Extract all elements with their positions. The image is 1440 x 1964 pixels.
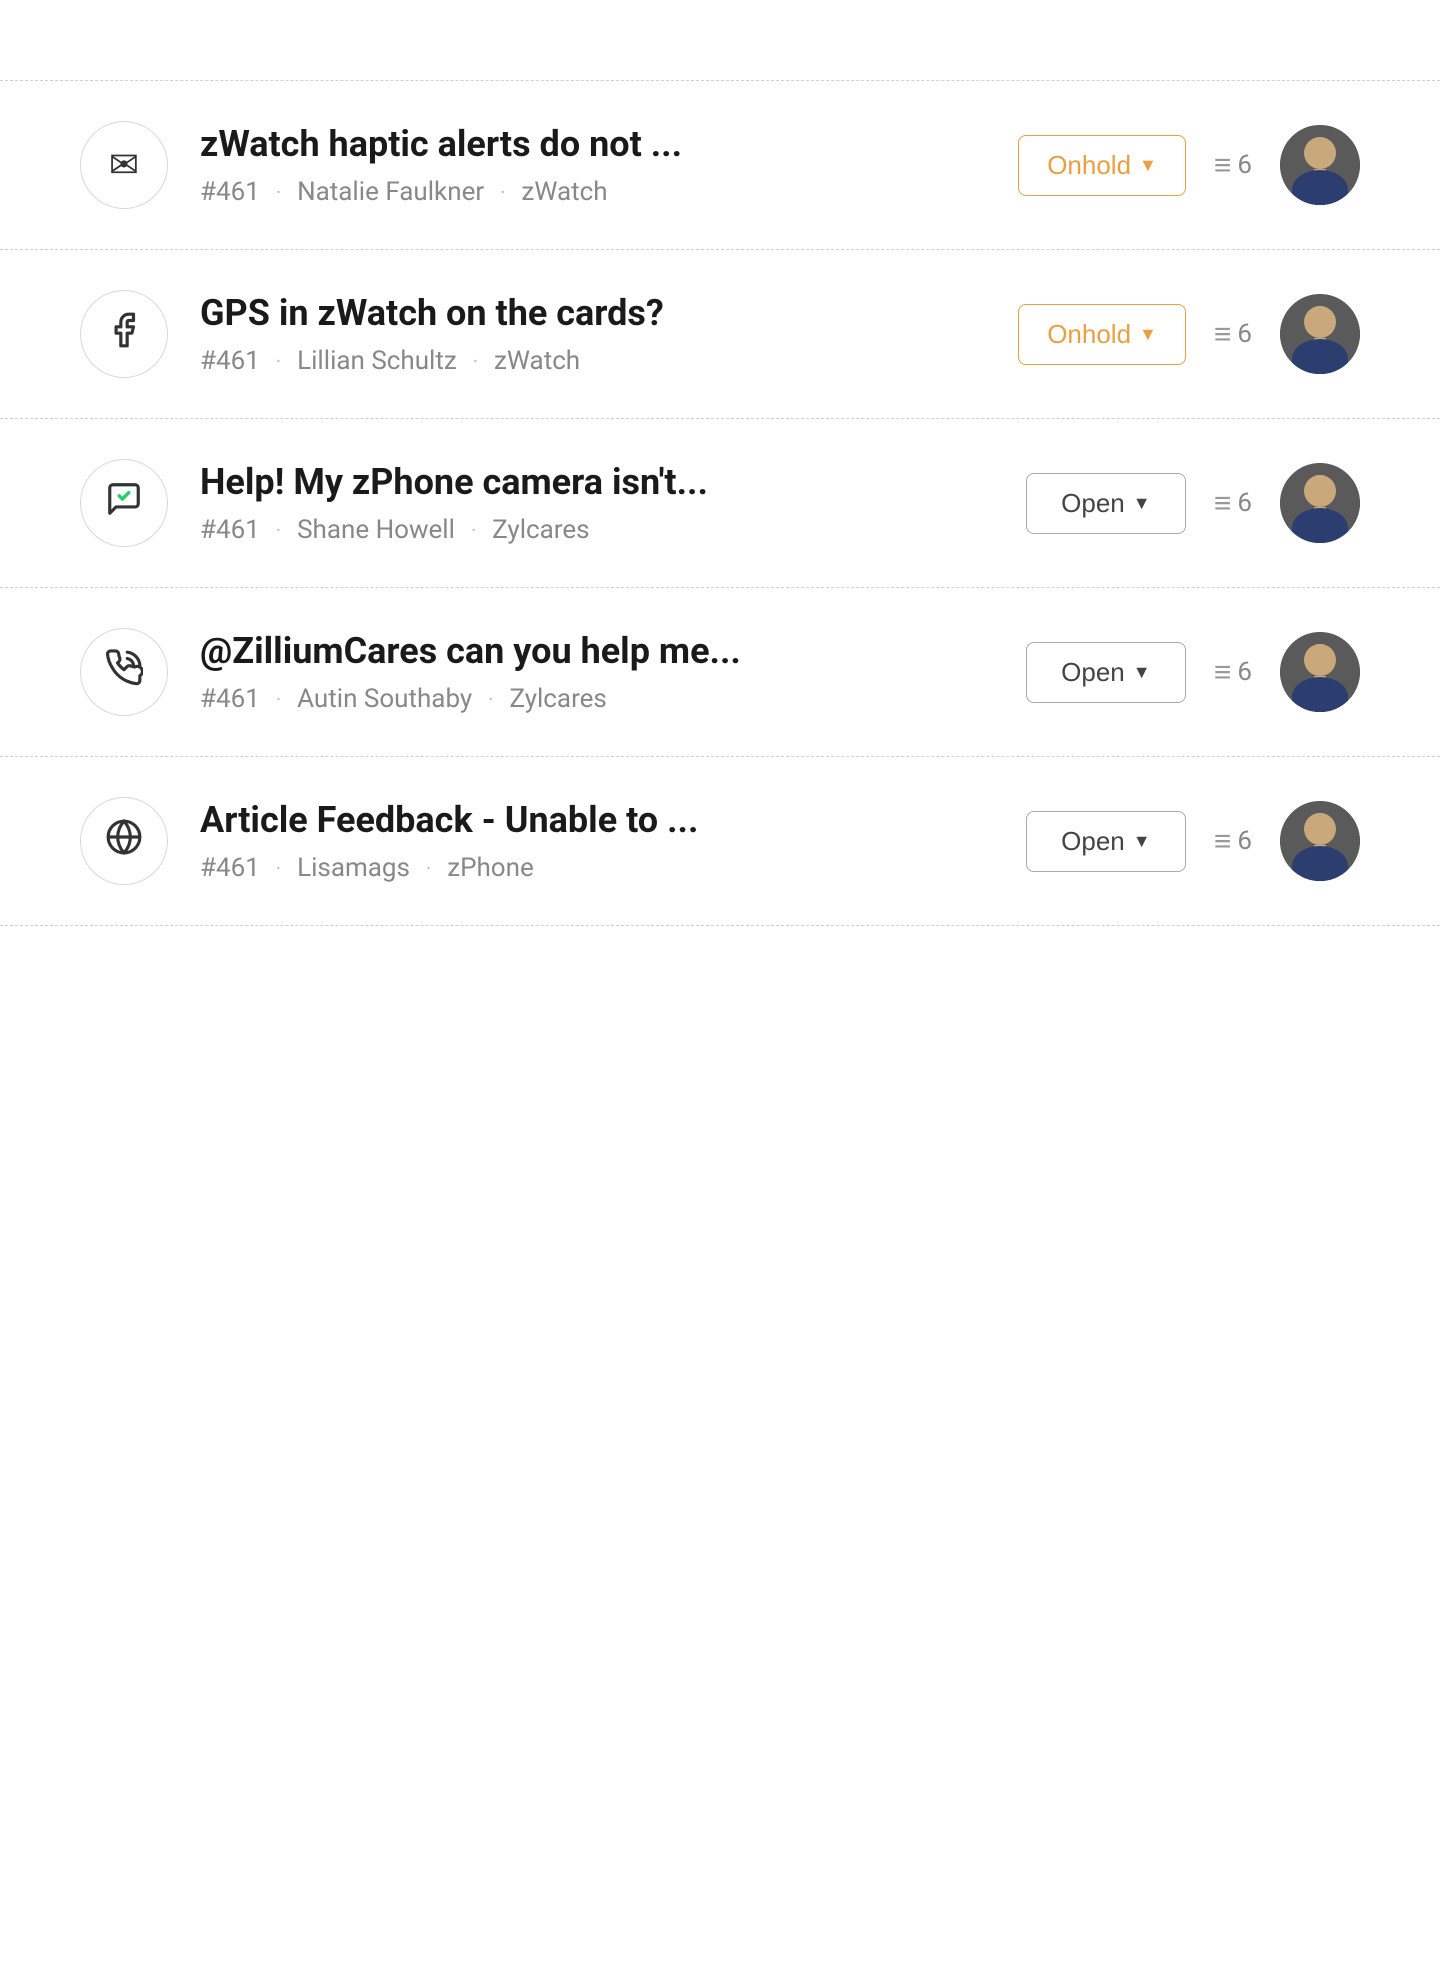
conversation-count: ≡ 6 (1214, 486, 1252, 521)
channel-icon-wrapper: ✉ (80, 121, 168, 209)
ticket-actions: Open ▼ ≡ 6 (1026, 632, 1360, 712)
ticket-contact: Lisamags (297, 853, 410, 883)
ticket-contact: Natalie Faulkner (297, 177, 484, 207)
ticket-item-3[interactable]: Help! My zPhone camera isn't... #461 · S… (0, 419, 1440, 588)
status-badge[interactable]: Onhold ▼ (1018, 304, 1186, 365)
ticket-meta: #461 · Lillian Schultz · zWatch (200, 346, 986, 376)
dropdown-arrow-icon: ▼ (1133, 493, 1151, 514)
ticket-title: GPS in zWatch on the cards? (200, 292, 986, 334)
conversation-count: ≡ 6 (1214, 148, 1252, 183)
ticket-actions: Open ▼ ≡ 6 (1026, 463, 1360, 543)
avatar (1280, 632, 1360, 712)
ticket-number: #461 (200, 177, 260, 207)
ticket-actions: Open ▼ ≡ 6 (1026, 801, 1360, 881)
conversation-icon: ≡ (1214, 655, 1232, 690)
web-icon (105, 818, 143, 865)
ticket-brand: zPhone (447, 853, 534, 883)
avatar (1280, 125, 1360, 205)
ticket-list: ✉ zWatch haptic alerts do not ... #461 ·… (0, 0, 1440, 1006)
ticket-title: Article Feedback - Unable to ... (200, 799, 994, 841)
status-badge[interactable]: Open ▼ (1026, 642, 1186, 703)
status-badge[interactable]: Open ▼ (1026, 473, 1186, 534)
ticket-title: @ZilliumCares can you help me... (200, 630, 994, 672)
meta-dot-1: · (276, 856, 281, 880)
channel-icon-wrapper (80, 797, 168, 885)
ticket-item-2[interactable]: GPS in zWatch on the cards? #461 · Lilli… (0, 250, 1440, 419)
conversation-number: 6 (1237, 826, 1252, 856)
dropdown-arrow-icon: ▼ (1133, 662, 1151, 683)
conversation-number: 6 (1237, 657, 1252, 687)
meta-dot-2: · (500, 180, 505, 204)
meta-dot-2: · (471, 518, 476, 542)
avatar (1280, 294, 1360, 374)
ticket-content: GPS in zWatch on the cards? #461 · Lilli… (200, 292, 986, 376)
email-icon: ✉ (109, 144, 139, 186)
ticket-brand: Zylcares (492, 515, 589, 545)
ticket-actions: Onhold ▼ ≡ 6 (1018, 125, 1360, 205)
meta-dot-2: · (488, 687, 493, 711)
ticket-content: @ZilliumCares can you help me... #461 · … (200, 630, 994, 714)
conversation-icon: ≡ (1214, 824, 1232, 859)
avatar (1280, 463, 1360, 543)
conversation-number: 6 (1237, 319, 1252, 349)
meta-dot-1: · (276, 518, 281, 542)
ticket-meta: #461 · Shane Howell · Zylcares (200, 515, 994, 545)
chat-icon (105, 480, 143, 527)
conversation-number: 6 (1237, 150, 1252, 180)
dropdown-arrow-icon: ▼ (1139, 324, 1157, 345)
status-label: Open (1061, 488, 1125, 519)
status-label: Open (1061, 826, 1125, 857)
ticket-number: #461 (200, 853, 260, 883)
ticket-content: zWatch haptic alerts do not ... #461 · N… (200, 123, 986, 207)
ticket-contact: Lillian Schultz (297, 346, 457, 376)
status-label: Open (1061, 657, 1125, 688)
dropdown-arrow-icon: ▼ (1133, 831, 1151, 852)
ticket-item-4[interactable]: @ZilliumCares can you help me... #461 · … (0, 588, 1440, 757)
conversation-count: ≡ 6 (1214, 317, 1252, 352)
status-badge[interactable]: Onhold ▼ (1018, 135, 1186, 196)
ticket-actions: Onhold ▼ ≡ 6 (1018, 294, 1360, 374)
ticket-title: zWatch haptic alerts do not ... (200, 123, 986, 165)
ticket-content: Help! My zPhone camera isn't... #461 · S… (200, 461, 994, 545)
ticket-meta: #461 · Natalie Faulkner · zWatch (200, 177, 986, 207)
ticket-brand: Zylcares (509, 684, 606, 714)
dropdown-arrow-icon: ▼ (1139, 155, 1157, 176)
meta-dot-1: · (276, 180, 281, 204)
phone-icon (105, 649, 143, 696)
meta-dot-2: · (426, 856, 431, 880)
conversation-icon: ≡ (1214, 317, 1232, 352)
ticket-number: #461 (200, 346, 260, 376)
facebook-icon (105, 311, 143, 358)
meta-dot-1: · (276, 349, 281, 373)
status-label: Onhold (1047, 319, 1131, 350)
ticket-brand: zWatch (494, 346, 580, 376)
ticket-meta: #461 · Lisamags · zPhone (200, 853, 994, 883)
meta-dot-1: · (276, 687, 281, 711)
status-label: Onhold (1047, 150, 1131, 181)
conversation-count: ≡ 6 (1214, 655, 1252, 690)
ticket-title: Help! My zPhone camera isn't... (200, 461, 994, 503)
ticket-contact: Shane Howell (297, 515, 455, 545)
meta-dot-2: · (473, 349, 478, 373)
ticket-number: #461 (200, 684, 260, 714)
conversation-icon: ≡ (1214, 148, 1232, 183)
conversation-count: ≡ 6 (1214, 824, 1252, 859)
conversation-icon: ≡ (1214, 486, 1232, 521)
status-badge[interactable]: Open ▼ (1026, 811, 1186, 872)
ticket-contact: Autin Southaby (297, 684, 472, 714)
ticket-content: Article Feedback - Unable to ... #461 · … (200, 799, 994, 883)
ticket-brand: zWatch (521, 177, 607, 207)
channel-icon-wrapper (80, 290, 168, 378)
channel-icon-wrapper (80, 459, 168, 547)
ticket-item-1[interactable]: ✉ zWatch haptic alerts do not ... #461 ·… (0, 80, 1440, 250)
channel-icon-wrapper (80, 628, 168, 716)
conversation-number: 6 (1237, 488, 1252, 518)
ticket-meta: #461 · Autin Southaby · Zylcares (200, 684, 994, 714)
avatar (1280, 801, 1360, 881)
ticket-number: #461 (200, 515, 260, 545)
ticket-item-5[interactable]: Article Feedback - Unable to ... #461 · … (0, 757, 1440, 926)
